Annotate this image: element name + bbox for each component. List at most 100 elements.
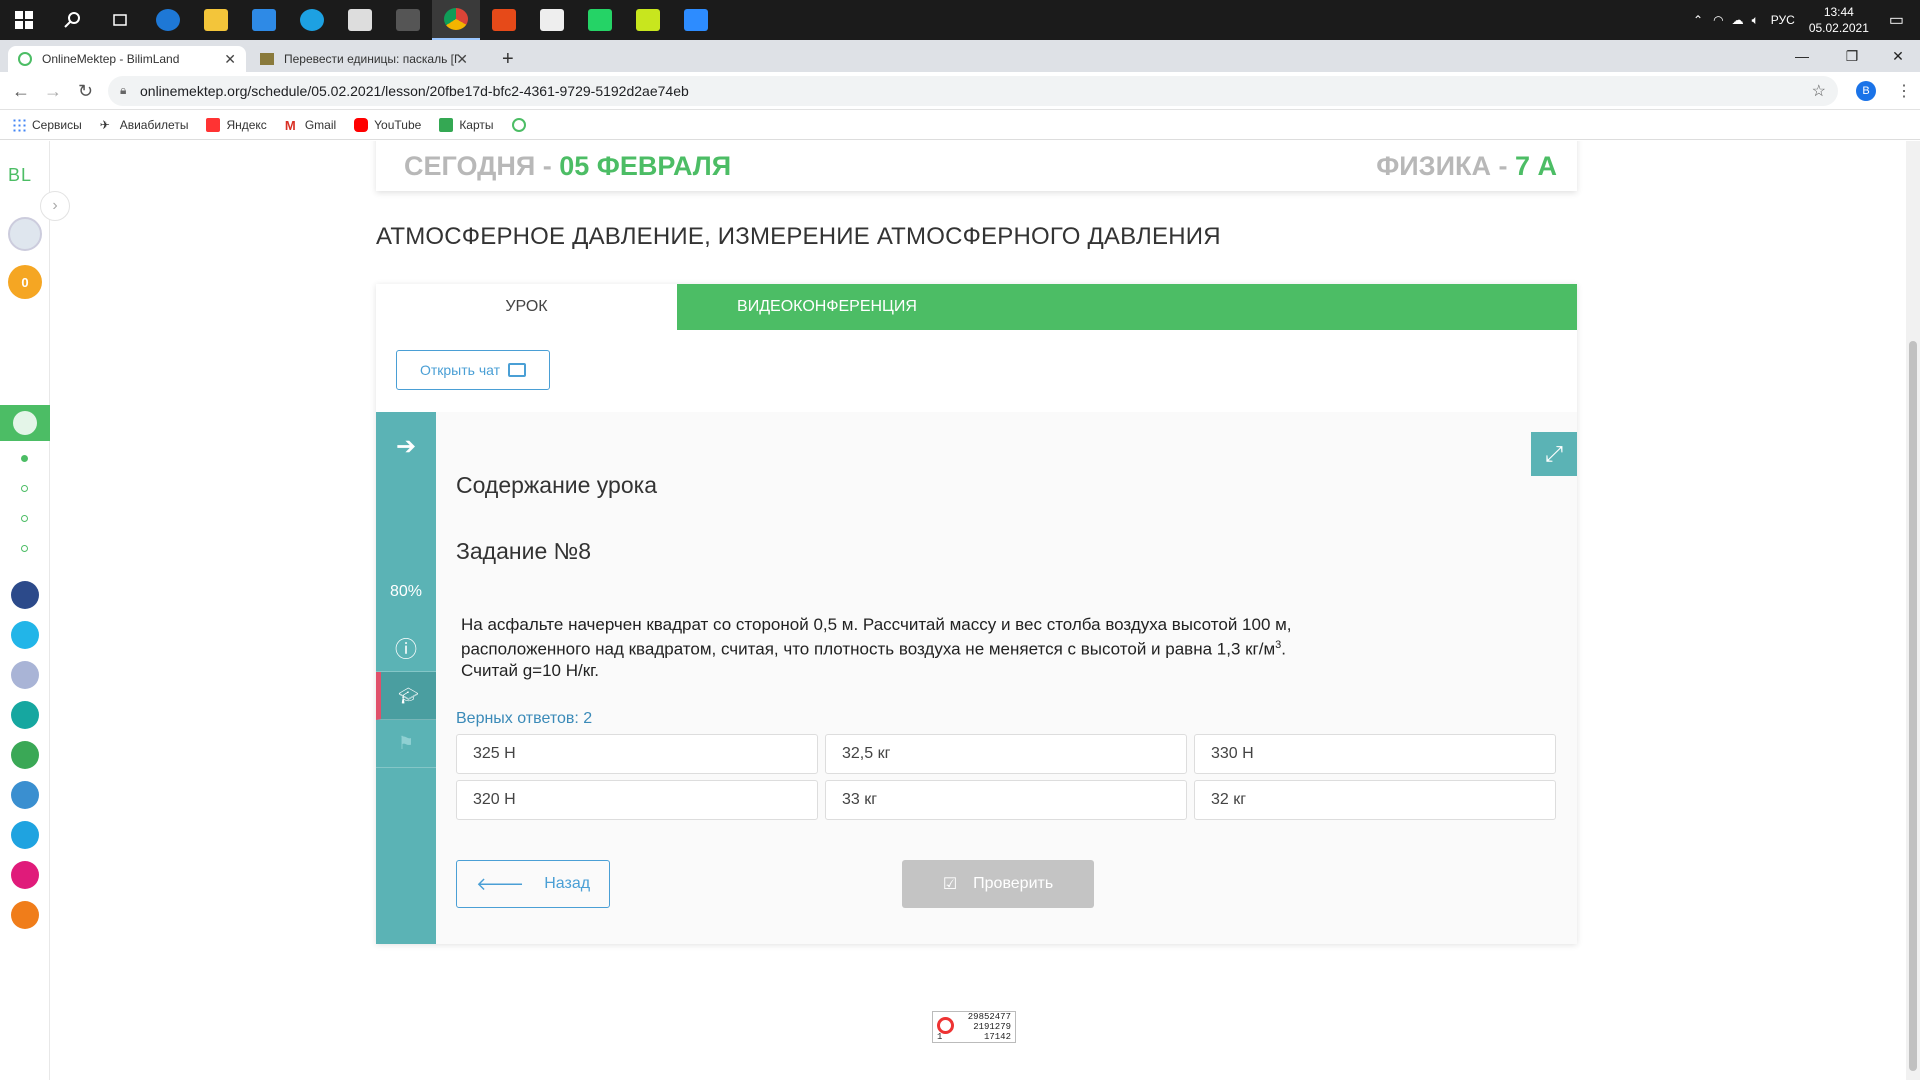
task-text: На асфальте начерчен квадрат со стороной… — [461, 614, 1321, 681]
mail-icon[interactable] — [240, 0, 288, 40]
profile-initial: B — [1862, 85, 1870, 97]
language-indicator[interactable]: РУС — [1771, 13, 1795, 27]
file-explorer-icon[interactable] — [192, 0, 240, 40]
bookmark-gmail[interactable]: M Gmail — [285, 117, 337, 133]
bilimland-logo[interactable]: BL — [8, 165, 32, 186]
apps-grid-icon — [12, 117, 26, 132]
bookmark-onlinemektep[interactable] — [511, 117, 532, 132]
back-button-label: Назад — [544, 875, 591, 892]
favicon-icon — [260, 53, 274, 65]
flag-icon[interactable]: ⚑ — [376, 720, 436, 768]
close-tab-icon[interactable]: ✕ — [456, 51, 468, 68]
menu-icon[interactable]: ⋮ — [1896, 81, 1912, 101]
bookmark-services[interactable]: Сервисы — [12, 117, 82, 132]
app-icon[interactable] — [384, 0, 432, 40]
back-arrow-icon[interactable]: ← — [12, 81, 30, 102]
bookmark-yandex[interactable]: Яндекс — [206, 117, 267, 132]
open-chat-label: Открыть чат — [419, 362, 501, 378]
close-window-icon[interactable]: ✕ — [1870, 40, 1920, 72]
expand-icon[interactable]: ⤢ — [1531, 432, 1577, 476]
tab-title: OnlineMektep - BilimLand — [42, 52, 180, 66]
sidebar-item-onlinemektep[interactable] — [0, 405, 50, 441]
answer-option[interactable]: 320 Н — [456, 780, 818, 820]
lock-icon: 🔒︎ — [120, 83, 127, 97]
sidebar-subitem[interactable] — [21, 455, 28, 462]
tab-videoconference[interactable]: ВИДЕОКОНФЕРЕНЦИЯ — [677, 284, 977, 330]
sidebar-subitem[interactable] — [21, 515, 28, 522]
open-chat-button[interactable]: Открыть чат — [396, 350, 550, 390]
close-tab-icon[interactable]: ✕ — [224, 51, 236, 68]
notifications-icon[interactable]: ▭ — [1889, 10, 1904, 30]
profile-avatar[interactable]: B — [1856, 81, 1876, 101]
tab-title: Перевести единицы: паскаль [П — [284, 52, 459, 66]
skype-icon[interactable] — [288, 0, 336, 40]
bookmarks-bar: Сервисы ✈ Авиабилеты Яндекс M Gmail YouTub… — [0, 110, 1920, 140]
answer-option[interactable]: 330 Н — [1194, 734, 1556, 774]
chevron-up-icon[interactable]: ⌃ — [1693, 13, 1703, 27]
answer-option[interactable]: 325 Н — [456, 734, 818, 774]
progress-percent: 80% — [389, 583, 423, 600]
whatsapp-icon[interactable] — [576, 0, 624, 40]
maps-icon — [439, 117, 454, 132]
edge-icon[interactable] — [144, 0, 192, 40]
forward-arrow-icon[interactable]: → — [44, 81, 62, 102]
smart-nation-icon[interactable] — [11, 581, 39, 609]
app-icon[interactable] — [11, 701, 39, 729]
bilimland-app-icon[interactable] — [11, 741, 39, 769]
lesson-side-panel: ➔ 80% ⓘ 🎓︎ ⚑ — [376, 412, 436, 944]
check-button[interactable]: ☑ Проверить — [902, 860, 1094, 908]
chrome-icon[interactable] — [432, 0, 480, 40]
info-icon[interactable]: ⓘ — [376, 624, 436, 672]
url-field[interactable]: 🔒︎ onlinemektep.org/schedule/05.02.2021/… — [108, 76, 1838, 106]
task-view-icon[interactable] — [96, 0, 144, 40]
office-icon[interactable] — [480, 0, 528, 40]
bookmark-aviabilety[interactable]: ✈ Авиабилеты — [100, 118, 189, 132]
chevron-right-icon[interactable]: › — [40, 191, 70, 221]
arrow-right-icon[interactable]: ➔ — [376, 422, 436, 470]
bookmark-maps[interactable]: Карты — [439, 117, 494, 132]
search-icon[interactable] — [48, 0, 96, 40]
minimize-icon[interactable]: — — [1774, 40, 1830, 72]
test-app-icon[interactable] — [11, 821, 39, 849]
bilimbook-icon[interactable] — [11, 781, 39, 809]
help-icon[interactable] — [11, 621, 39, 649]
bookmark-label: Gmail — [304, 117, 337, 132]
document-icon[interactable] — [528, 0, 576, 40]
back-button[interactable]: 🡐 Назад — [456, 860, 610, 908]
wifi-icon[interactable]: ◠ — [1713, 13, 1723, 27]
app-icon[interactable] — [11, 901, 39, 929]
bookmark-youtube[interactable]: YouTube — [354, 117, 421, 132]
keyboard-app-icon[interactable] — [11, 661, 39, 689]
coins-badge[interactable]: 0 — [8, 265, 42, 299]
bookmark-label: Яндекс — [226, 117, 267, 132]
tab-onlinemektep[interactable]: OnlineMektep - BilimLand ✕ — [8, 46, 246, 72]
zoom-icon[interactable] — [672, 0, 720, 40]
sidebar-subitem[interactable] — [21, 545, 28, 552]
lesson-card: УРОК ВИДЕОКОНФЕРЕНЦИЯ Открыть чат ➔ 80% … — [376, 284, 1577, 944]
url-text: onlinemektep.org/schedule/05.02.2021/les… — [140, 83, 689, 99]
graduation-cap-icon[interactable]: 🎓︎ — [376, 672, 436, 720]
store-icon[interactable] — [336, 0, 384, 40]
tab-converter[interactable]: Перевести единицы: паскаль [П ✕ — [250, 46, 478, 72]
visit-counter[interactable]: 29852477 2191279 1 17142 — [932, 1011, 1016, 1043]
clock[interactable]: 13:44 05.02.2021 — [1809, 4, 1869, 36]
youtube-icon — [354, 117, 369, 132]
tab-lesson[interactable]: УРОК — [376, 284, 677, 330]
answer-option[interactable]: 33 кг — [825, 780, 1187, 820]
start-icon[interactable] — [0, 0, 48, 40]
twig-icon[interactable] — [11, 861, 39, 889]
pycharm-icon[interactable] — [624, 0, 672, 40]
star-icon[interactable]: ☆ — [1812, 81, 1826, 101]
page-scrollbar[interactable] — [1906, 141, 1920, 1080]
avatar[interactable] — [8, 217, 42, 251]
volume-icon[interactable]: 🔈︎ — [1752, 13, 1759, 28]
scrollbar-thumb[interactable] — [1909, 341, 1917, 1071]
reload-icon[interactable]: ↻ — [78, 81, 93, 102]
subject-class: ФИЗИКА - 7 А — [1376, 151, 1557, 182]
counter-logo-icon — [937, 1017, 954, 1034]
sidebar-subitem[interactable] — [21, 485, 28, 492]
cloud-icon[interactable]: ☁ — [1732, 13, 1744, 27]
new-tab-button[interactable]: + — [492, 46, 524, 72]
answer-option[interactable]: 32 кг — [1194, 780, 1556, 820]
answer-option[interactable]: 32,5 кг — [825, 734, 1187, 774]
